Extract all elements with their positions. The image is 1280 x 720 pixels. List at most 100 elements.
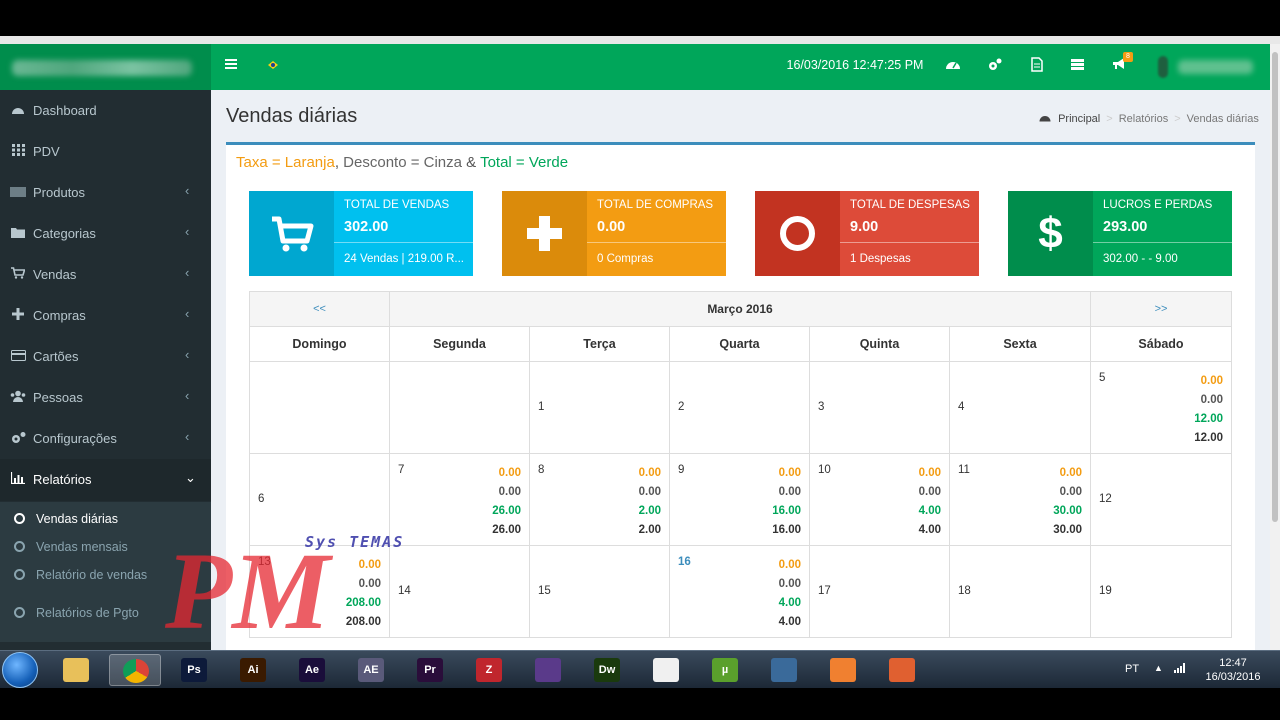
day-final-value: 4.00	[918, 524, 941, 536]
cogs-icon[interactable]	[984, 57, 1006, 79]
calendar-day-cell[interactable]: 8 0.00 0.00 2.00 2.00	[529, 453, 670, 546]
taskbar-app-dreamweaver[interactable]: Dw	[581, 654, 633, 686]
submenu-item-vendas-mensais[interactable]: Vendas mensais	[0, 534, 211, 560]
system-clock[interactable]: 12:47 16/03/2016	[1198, 656, 1268, 684]
circle-icon	[14, 607, 25, 618]
app-window: 16/03/2016 12:47:25 PM 8 Dashboard PDV P…	[0, 44, 1270, 650]
calendar-day-cell[interactable]: 16 0.00 0.00 4.00 4.00	[669, 545, 810, 638]
bar-chart-icon	[10, 472, 26, 487]
taskbar-app-after-effects[interactable]: Ae	[286, 654, 338, 686]
calendar-day-cell[interactable]: 5 0.00 0.00 12.00 12.00	[1090, 361, 1232, 454]
calendar-prev-button[interactable]: <<	[249, 291, 390, 327]
taskbar-app-app-purple[interactable]	[522, 654, 574, 686]
calendar-day-cell[interactable]: 19	[1090, 545, 1232, 638]
dreamweaver-icon: Dw	[594, 658, 620, 682]
taskbar-app-ae-alt[interactable]: AE	[345, 654, 397, 686]
taskbar-app-photoshop[interactable]: Ps	[168, 654, 220, 686]
info-box-total-vendas: TOTAL DE VENDAS 302.00 24 Vendas | 219.0…	[249, 191, 473, 276]
taskbar-app-app-monitor[interactable]	[758, 654, 810, 686]
submenu-item-relatorio-de-vendas[interactable]: Relatório de vendas	[0, 562, 211, 588]
taskbar-app-utorrent[interactable]: µ	[699, 654, 751, 686]
info-box-value: 293.00	[1103, 219, 1148, 235]
calendar-day-cell[interactable]: 9 0.00 0.00 16.00 16.00	[669, 453, 810, 546]
info-box-description: 302.00 - - 9.00	[1103, 253, 1178, 265]
taskbar-app-illustrator[interactable]: Ai	[227, 654, 279, 686]
tray-expand-icon[interactable]: ▲	[1154, 663, 1163, 673]
taskbar-app-app-grid[interactable]	[640, 654, 692, 686]
windows-start-button[interactable]	[2, 652, 38, 688]
info-box-progress	[334, 242, 473, 243]
calendar-weekday-row: Domingo Segunda Terça Quarta Quinta Sexta Sába…	[249, 326, 1232, 362]
calendar-day-cell[interactable]: 17	[809, 545, 950, 638]
sidebar-item-pessoas[interactable]: Pessoas ‹	[0, 377, 211, 418]
submenu-item-vendas-diarias[interactable]: Vendas diárias	[0, 506, 211, 532]
page-scrollbar[interactable]	[1270, 44, 1280, 650]
day-number: 17	[818, 585, 831, 597]
calendar-day-cell[interactable]: 18	[949, 545, 1091, 638]
scrollbar-thumb[interactable]	[1272, 52, 1278, 522]
calendar-day-cell[interactable]: 1	[529, 361, 670, 454]
illustrator-icon: Ai	[240, 658, 266, 682]
app-paw-icon	[889, 658, 915, 682]
sidebar-item-produtos[interactable]: Produtos ‹	[0, 172, 211, 213]
sidebar-item-configuracoes[interactable]: Configurações ‹	[0, 418, 211, 459]
logo[interactable]	[0, 44, 211, 90]
calendar-day-cell[interactable]: 10 0.00 0.00 4.00 4.00	[809, 453, 950, 546]
calendar-day-cell[interactable]: 7 0.00 0.00 26.00 26.00	[389, 453, 530, 546]
document-icon[interactable]	[1026, 57, 1048, 78]
sidebar-item-pdv[interactable]: PDV	[0, 131, 211, 172]
sidebar-item-compras[interactable]: Compras ‹	[0, 295, 211, 336]
sidebar-item-vendas[interactable]: Vendas ‹	[0, 254, 211, 295]
chevron-left-icon: ‹	[185, 429, 190, 444]
day-total-value: 16.00	[772, 505, 801, 517]
network-signal-icon[interactable]	[1174, 663, 1186, 676]
xampp-icon	[830, 658, 856, 682]
sidebar-item-cartoes[interactable]: Cartões ‹	[0, 336, 211, 377]
table-icon[interactable]	[1066, 57, 1088, 77]
taskbar-app-app-paw[interactable]	[876, 654, 928, 686]
taskbar-app-xampp[interactable]	[817, 654, 869, 686]
calendar-day-cell[interactable]: 13 0.00 0.00 208.00 208.00	[249, 545, 390, 638]
taskbar-app-filezilla[interactable]: Z	[463, 654, 515, 686]
day-total-value: 4.00	[918, 505, 941, 517]
info-box-title: TOTAL DE VENDAS	[344, 199, 450, 211]
calendar-month-title: Março 2016	[389, 291, 1091, 327]
calendar-day-cell[interactable]: 12	[1090, 453, 1232, 546]
language-indicator[interactable]: PT	[1125, 663, 1139, 675]
color-legend: Taxa = Laranja, Desconto = Cinza & Total…	[236, 154, 568, 171]
breadcrumb-reports[interactable]: Relatórios	[1119, 113, 1169, 125]
chevron-left-icon: ‹	[185, 306, 190, 321]
calendar-day-cell[interactable]: 6	[249, 453, 390, 546]
calendar-day-cell[interactable]: 3	[809, 361, 950, 454]
calendar-week-row: 1 2 3 4 5 0.00 0.00 12.00 12.00	[249, 361, 1232, 454]
brazil-flag-icon[interactable]	[262, 57, 284, 77]
calendar-day-cell[interactable]: 2	[669, 361, 810, 454]
taskbar-app-explorer[interactable]	[50, 654, 102, 686]
avatar[interactable]	[1158, 56, 1168, 78]
submenu-item-relatorios-de-pgto[interactable]: Relatórios de Pgto	[0, 600, 211, 626]
sidebar-item-relatorios[interactable]: Relatórios ⌄	[0, 459, 211, 501]
filezilla-icon: Z	[476, 658, 502, 682]
taskbar-app-premiere[interactable]: Pr	[404, 654, 456, 686]
chrome-icon	[123, 659, 149, 683]
chevron-left-icon: ‹	[185, 224, 190, 239]
dashboard-icon[interactable]	[942, 57, 964, 77]
breadcrumb-home[interactable]: Principal	[1058, 113, 1100, 125]
calendar-day-cell[interactable]: 4	[949, 361, 1091, 454]
calendar-day-cell[interactable]: 15	[529, 545, 670, 638]
calendar-day-cell[interactable]: 14	[389, 545, 530, 638]
sidebar-item-categorias[interactable]: Categorias ‹	[0, 213, 211, 254]
clock-date: 16/03/2016	[1205, 671, 1261, 683]
calendar-day-cell[interactable]: 11 0.00 0.00 30.00 30.00	[949, 453, 1091, 546]
day-number: 6	[258, 493, 265, 505]
hamburger-menu-icon[interactable]	[220, 57, 242, 77]
info-box-description: 0 Compras	[597, 253, 654, 265]
taskbar-app-chrome[interactable]	[109, 654, 161, 686]
sidebar-item-dashboard[interactable]: Dashboard	[0, 90, 211, 131]
user-name-blurred[interactable]	[1178, 60, 1253, 74]
dollar-icon: $	[1008, 191, 1093, 276]
sidebar-item-label: Vendas	[33, 267, 77, 282]
day-number: 4	[958, 401, 965, 413]
calendar-next-button[interactable]: >>	[1090, 291, 1232, 327]
photoshop-icon: Ps	[181, 658, 207, 682]
